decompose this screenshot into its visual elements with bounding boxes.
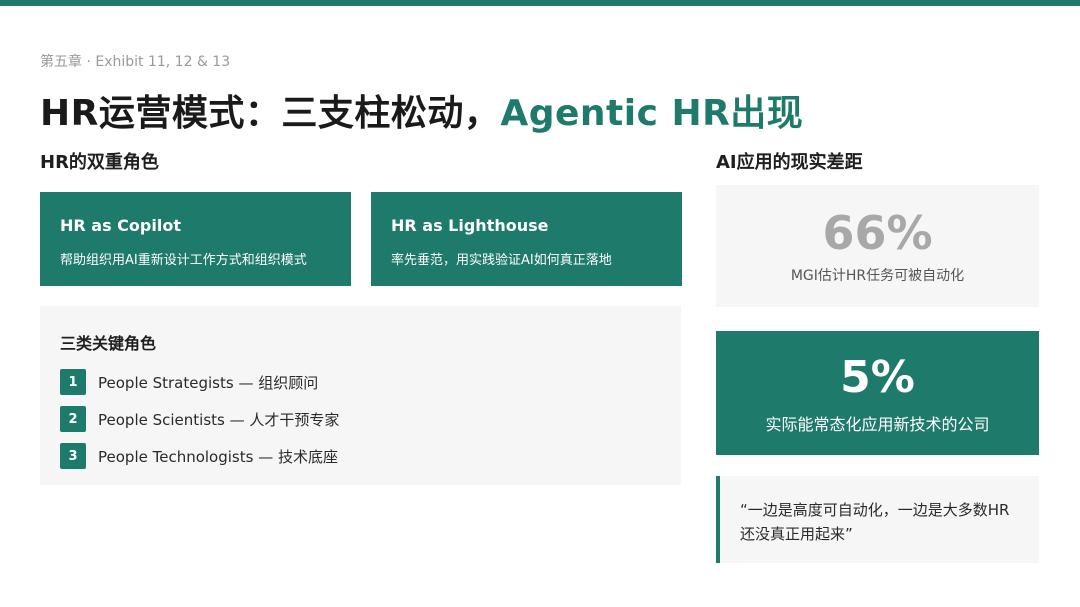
list-item: 1 People Strategists — 组织顾问 [60,368,661,396]
quote-text: “一边是高度可自动化，一边是大多数HR还没真正用起来” [740,501,1010,543]
list-item-label: People Technologists — 技术底座 [98,447,338,466]
chapter-eyebrow: 第五章 · Exhibit 11, 12 & 13 [40,54,231,70]
page-title-accent: Agentic HR出现 [500,93,804,134]
list-item: 3 People Technologists — 技术底座 [60,442,661,470]
list-item-label: People Scientists — 人才干预专家 [98,410,340,429]
list-item-label: People Strategists — 组织顾问 [98,373,319,392]
role-card-title: HR as Copilot [60,216,181,235]
key-roles-list: 1 People Strategists — 组织顾问 2 People Sci… [60,368,661,470]
role-card-lighthouse: HR as Lighthouse 率先垂范，用实践验证AI如何真正落地 [371,192,682,286]
page-title-main: HR运营模式：三支柱松动， [40,93,501,134]
page-title: HR运营模式：三支柱松动，Agentic HR出现 [40,84,803,136]
key-roles-panel: 三类关键角色 1 People Strategists — 组织顾问 2 Peo… [40,306,681,485]
quote-box: “一边是高度可自动化，一边是大多数HR还没真正用起来” [716,476,1039,563]
role-card-copilot: HR as Copilot 帮助组织用AI重新设计工作方式和组织模式 [40,192,351,286]
stat-caption: MGI估计HR任务可被自动化 [790,268,965,284]
number-badge: 1 [60,369,86,395]
number-badge: 3 [60,443,86,469]
section-label-dual-roles: HR的双重角色 [40,152,159,173]
stat-value: 66% [822,206,933,260]
list-item: 2 People Scientists — 人才干预专家 [60,405,661,433]
key-roles-title: 三类关键角色 [60,334,157,353]
stat-caption: 实际能常态化应用新技术的公司 [765,415,990,434]
number-badge: 2 [60,406,86,432]
stat-value: 5% [840,352,915,403]
top-accent-bar [0,0,1080,6]
stat-card-automatable: 66% MGI估计HR任务可被自动化 [716,185,1039,307]
role-card-desc: 率先垂范，用实践验证AI如何真正落地 [391,253,612,268]
role-card-title: HR as Lighthouse [391,216,549,235]
stat-card-adopted: 5% 实际能常态化应用新技术的公司 [716,331,1039,455]
role-card-desc: 帮助组织用AI重新设计工作方式和组织模式 [60,253,307,268]
section-label-ai-gap: AI应用的现实差距 [716,152,863,173]
